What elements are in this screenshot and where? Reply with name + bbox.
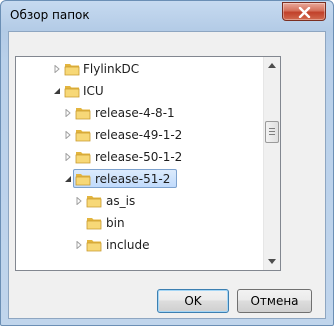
tree-item-as-is[interactable]: as_is — [16, 190, 263, 212]
expand-arrow-icon[interactable] — [75, 197, 83, 205]
tree-item-label: ICU — [83, 84, 104, 98]
folder-icon — [64, 86, 80, 98]
tree-item-label: as_is — [106, 194, 136, 208]
expand-arrow-icon[interactable] — [64, 131, 72, 139]
folder-icon — [75, 174, 91, 186]
arrow-down-icon — [268, 259, 276, 264]
expand-arrow-icon[interactable] — [53, 65, 61, 73]
folder-icon — [64, 64, 80, 76]
thumb-grip — [269, 134, 275, 135]
tree-item-release-49-1-2[interactable]: release-49-1-2 — [16, 124, 263, 146]
vertical-scrollbar[interactable] — [263, 57, 280, 270]
tree-item-label: release-4-8-1 — [95, 106, 175, 120]
close-button[interactable] — [282, 2, 326, 21]
tree-item-label: include — [106, 238, 150, 252]
tree-item-label: release-49-1-2 — [95, 128, 183, 142]
folder-icon — [75, 130, 91, 142]
tree-item-label: release-50-1-2 — [95, 150, 183, 164]
tree-item-label: FlylinkDC — [83, 62, 140, 76]
cancel-button[interactable]: Отмена — [237, 289, 312, 313]
expand-arrow-icon[interactable] — [64, 109, 72, 117]
close-icon — [298, 7, 311, 18]
scroll-thumb[interactable] — [265, 121, 279, 143]
folder-icon — [86, 240, 102, 252]
tree-item-label: bin — [106, 216, 125, 230]
window-title: Обзор папок — [10, 8, 90, 22]
tree-item-release-50-1-2[interactable]: release-50-1-2 — [16, 146, 263, 168]
tree-item-icu[interactable]: ICU — [16, 80, 263, 102]
title-bar[interactable]: Обзор папок — [1, 1, 333, 31]
tree-item-include[interactable]: include — [16, 234, 263, 256]
collapse-arrow-icon[interactable] — [53, 87, 61, 95]
thumb-grip — [269, 128, 275, 129]
folder-icon — [86, 196, 102, 208]
folder-icon — [75, 108, 91, 120]
ok-button[interactable]: OK — [157, 289, 229, 313]
folder-tree-viewport: FlylinkDC ICU release-4-8-1 release-49-1… — [16, 57, 263, 270]
folder-tree[interactable]: FlylinkDC ICU release-4-8-1 release-49-1… — [15, 56, 281, 271]
thumb-grip — [269, 131, 275, 132]
collapse-arrow-icon[interactable] — [64, 175, 72, 183]
folder-icon — [75, 152, 91, 164]
tree-item-flylinkdc[interactable]: FlylinkDC — [16, 58, 263, 80]
tree-item-bin[interactable]: bin — [16, 212, 263, 234]
tree-item-release-51-2[interactable]: release-51-2 — [16, 168, 263, 190]
scroll-up-button[interactable] — [264, 57, 280, 74]
expand-arrow-icon[interactable] — [64, 153, 72, 161]
tree-item-label: release-51-2 — [95, 172, 171, 186]
expand-arrow-icon[interactable] — [75, 241, 83, 249]
scroll-down-button[interactable] — [264, 253, 280, 270]
folder-icon — [86, 218, 102, 230]
tree-item-release-4-8-1[interactable]: release-4-8-1 — [16, 102, 263, 124]
browse-folder-dialog: Обзор папок FlylinkDC ICU release-4-8-1 … — [0, 0, 334, 326]
arrow-up-icon — [268, 63, 276, 68]
